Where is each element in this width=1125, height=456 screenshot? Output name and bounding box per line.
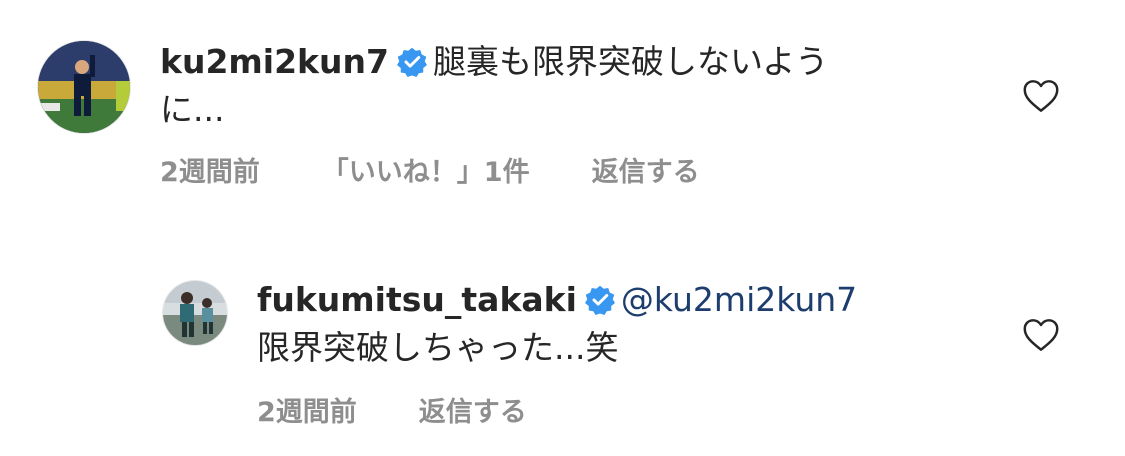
avatar-photo — [163, 281, 227, 345]
like-button[interactable] — [1022, 79, 1060, 113]
mention-link[interactable]: @ku2mi2kun7 — [621, 280, 857, 319]
comment-text-block: ku2mi2kun7 腿裏も限界突破しないよう に... — [160, 38, 920, 134]
verified-badge-icon — [584, 280, 615, 315]
comment-body: 限界突破しちゃった...笑 — [257, 328, 619, 367]
heart-outline-icon — [1023, 319, 1059, 351]
user-avatar[interactable] — [38, 41, 130, 133]
comment-text-block: fukumitsu_takaki @ku2mi2kun7 限界突破しちゃった..… — [257, 276, 977, 372]
comment-meta: 2週間前 「いいね！」1件 返信する — [160, 156, 762, 190]
username-link[interactable]: ku2mi2kun7 — [160, 42, 389, 81]
timestamp[interactable]: 2週間前 — [160, 157, 260, 188]
timestamp[interactable]: 2週間前 — [257, 397, 357, 428]
like-button[interactable] — [1022, 318, 1060, 352]
verified-badge-icon — [396, 42, 427, 77]
reply-button[interactable]: 返信する — [592, 157, 700, 188]
heart-outline-icon — [1023, 80, 1059, 112]
comment-body: 腿裏も限界突破しないよう — [432, 42, 829, 81]
avatar-photo — [38, 41, 130, 133]
username-link[interactable]: fukumitsu_takaki — [257, 280, 577, 319]
comment-body-continued: に... — [160, 90, 225, 129]
likes-count[interactable]: 「いいね！」1件 — [322, 157, 530, 188]
comment-meta: 2週間前 返信する — [257, 396, 589, 430]
user-avatar[interactable] — [163, 281, 227, 345]
reply-button[interactable]: 返信する — [419, 397, 527, 428]
